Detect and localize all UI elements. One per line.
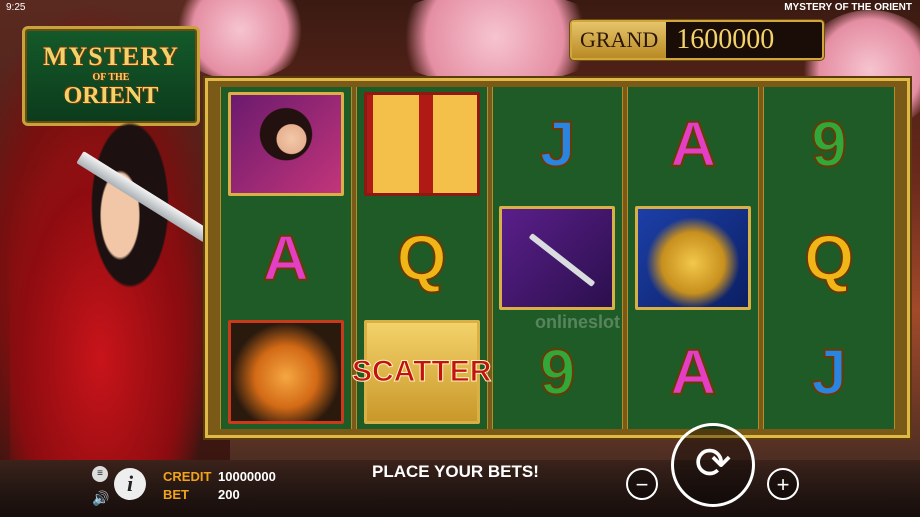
menu-icon[interactable]: ≡ — [92, 466, 108, 482]
sword-symbol — [499, 206, 616, 310]
letter-symbol-j: J — [539, 107, 577, 181]
reel-cell: SCATTER — [351, 315, 492, 429]
reel-4: AA — [627, 87, 760, 429]
letter-symbol-a: A — [669, 107, 717, 181]
info-button[interactable]: i — [114, 468, 146, 500]
reel-cell — [628, 201, 758, 315]
increase-bet-button[interactable]: + — [767, 468, 799, 500]
grand-jackpot: GRAND 1600000 — [570, 20, 824, 60]
letter-symbol-9: 9 — [810, 107, 848, 181]
bet-value: 200 — [218, 487, 240, 502]
reel-cell: J — [493, 87, 623, 201]
status-message: PLACE YOUR BETS! — [372, 462, 539, 481]
game-logo: MYSTERY OF THE ORIENT — [22, 26, 200, 126]
logo-line-2: OF THE — [92, 72, 130, 83]
reel-frame: A Q SCATTER J 9 A A 9 Q J — [205, 78, 910, 438]
reel-1: A — [220, 87, 352, 429]
credit-value: 10000000 — [218, 469, 276, 484]
game-title: MYSTERY OF THE ORIENT — [784, 2, 912, 13]
letter-symbol-9: 9 — [539, 335, 577, 409]
reel-cell: A — [221, 201, 351, 315]
grand-label: GRAND — [572, 22, 667, 58]
lady-symbol — [227, 92, 344, 196]
scatter-label: SCATTER — [351, 355, 492, 389]
bet-label: BET — [163, 487, 189, 502]
reel-2: Q SCATTER — [351, 87, 492, 429]
chest-symbol — [635, 206, 752, 310]
reel-cell: Q — [357, 201, 487, 315]
reel-5: 9 QJ — [763, 87, 895, 429]
spin-button[interactable]: ⟳ — [671, 423, 755, 507]
scatter-symbol: SCATTER — [351, 320, 492, 424]
tiger-symbol — [227, 320, 344, 424]
decrease-bet-button[interactable]: − — [626, 468, 658, 500]
reel-cell — [357, 87, 487, 201]
reel-cell: J — [764, 315, 894, 429]
reel-cell — [221, 315, 351, 429]
logo-line-3: ORIENT — [63, 83, 159, 109]
reel-cell: A — [628, 315, 758, 429]
letter-symbol-q: Q — [396, 221, 448, 295]
reel-3: J9 — [491, 87, 624, 429]
reel-cell — [493, 201, 623, 315]
credit-label: CREDIT — [163, 469, 212, 484]
status-time: 9:25 — [6, 2, 26, 13]
sound-icon[interactable]: 🔊 — [92, 490, 109, 507]
letter-symbol-q: Q — [803, 221, 855, 295]
reel-cell: A — [628, 87, 758, 201]
letter-symbol-j: J — [810, 335, 848, 409]
logo-line-1: MYSTERY — [42, 42, 180, 71]
lanterns-symbol — [363, 92, 480, 196]
grand-value: 1600000 — [676, 24, 775, 55]
watermark: onlineslot — [535, 312, 620, 332]
letter-symbol-a: A — [669, 335, 717, 409]
reel-cell: Q — [764, 201, 894, 315]
reels-grid: A Q SCATTER J 9 A A 9 Q J — [220, 87, 895, 429]
reel-cell: 9 — [764, 87, 894, 201]
letter-symbol-a: A — [262, 221, 310, 295]
reel-cell — [221, 87, 351, 201]
